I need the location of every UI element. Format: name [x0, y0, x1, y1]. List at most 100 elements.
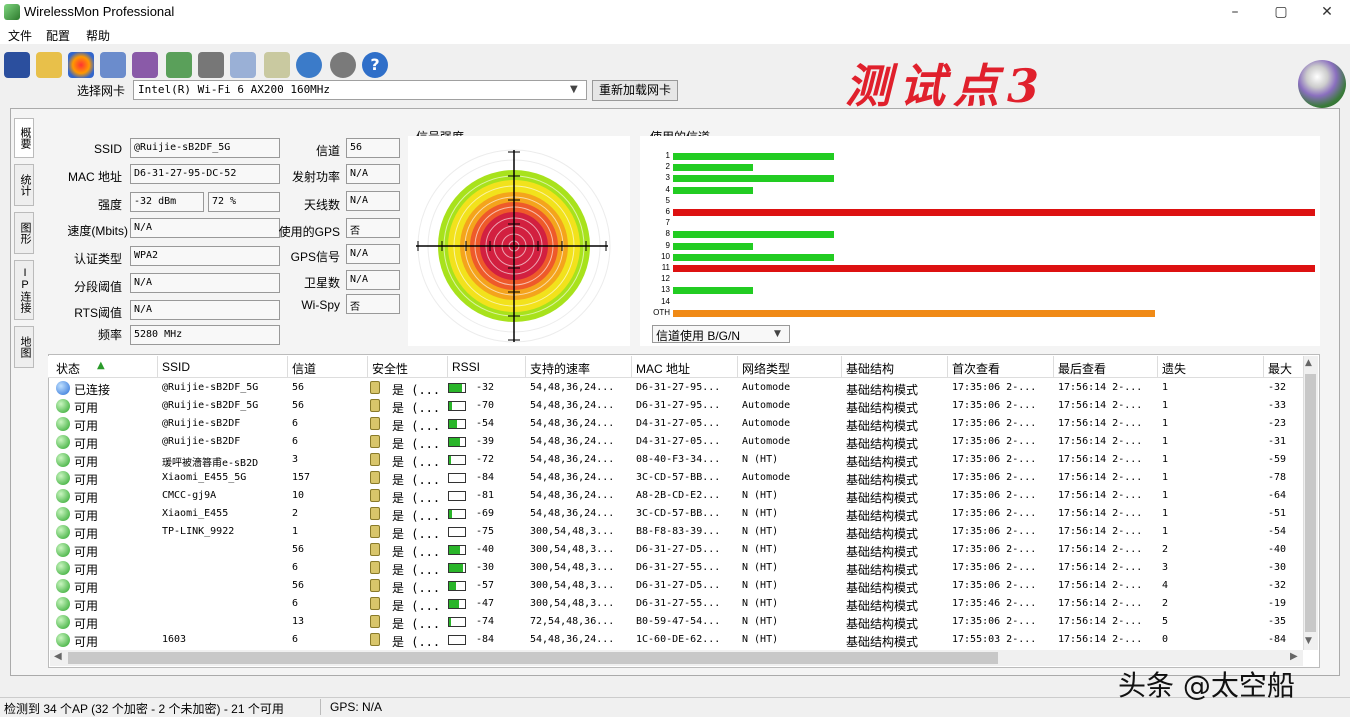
lock-icon: [370, 615, 380, 628]
column-divider[interactable]: [157, 356, 158, 378]
table-row[interactable]: 已连接 @Ruijie-sB2DF_5G 56 是 (... -32 54,48,36,2…: [48, 380, 1310, 398]
column-header-max[interactable]: 最大: [1268, 360, 1292, 377]
cell-max: -19: [1268, 598, 1287, 609]
table-row[interactable]: 可用 Xiaomi_E455 2 是 (... -69 54,48,36,24... 3C-…: [48, 506, 1310, 524]
column-divider[interactable]: [1053, 356, 1054, 378]
available-status-icon: [56, 525, 70, 539]
column-divider[interactable]: [841, 356, 842, 378]
column-divider[interactable]: [447, 356, 448, 378]
cell-rssi: -39: [476, 436, 495, 447]
sort-ascending-icon[interactable]: ▲: [97, 360, 105, 371]
gps-signal-label: GPS信号: [290, 250, 340, 264]
rssi-bar: [448, 491, 466, 501]
channel-filter-select[interactable]: 信道使用 B/G/N: [652, 325, 790, 343]
cell-network-type: N (HT): [742, 490, 779, 501]
antenna-value: N/A: [346, 191, 400, 211]
minimize-button[interactable]: –: [1212, 0, 1258, 24]
check-icon[interactable]: [230, 52, 256, 78]
tab-ip-connection[interactable]: IP连接: [14, 260, 34, 320]
column-divider[interactable]: [947, 356, 948, 378]
column-header-channel[interactable]: 信道: [292, 360, 316, 377]
scroll-up-icon[interactable]: ▲: [1305, 358, 1312, 368]
table-row[interactable]: 可用 @Ruijie-sB2DF 6 是 (... -54 54,48,36,24... D…: [48, 416, 1310, 434]
table-row[interactable]: 可用 @Ruijie-sB2DF 6 是 (... -39 54,48,36,24... D…: [48, 434, 1310, 452]
network-icon[interactable]: [100, 52, 126, 78]
chevron-down-icon[interactable]: ▼: [570, 84, 578, 95]
menu-help[interactable]: 帮助: [86, 27, 110, 44]
menu-config[interactable]: 配置: [46, 27, 70, 44]
column-header-lost[interactable]: 遗失: [1162, 360, 1186, 377]
table-row[interactable]: 可用 6 是 (... -47 300,54,48,3... D6-31-27-55...…: [48, 596, 1310, 614]
column-header-network-type[interactable]: 网络类型: [742, 360, 790, 377]
menu-file[interactable]: 文件: [8, 27, 32, 44]
table-row[interactable]: 可用 Xiaomi_E455_5G 157 是 (... -84 54,48,36,24.…: [48, 470, 1310, 488]
table-row[interactable]: 可用 CMCC-gj9A 10 是 (... -81 54,48,36,24... A8-2…: [48, 488, 1310, 506]
cell-max: -30: [1268, 562, 1287, 573]
scroll-down-icon[interactable]: ▼: [1305, 636, 1312, 646]
settings-globe-icon[interactable]: [330, 52, 356, 78]
column-divider[interactable]: [287, 356, 288, 378]
tab-graph[interactable]: 图形: [14, 212, 34, 254]
globe-icon[interactable]: [296, 52, 322, 78]
column-header-rssi[interactable]: RSSI: [452, 360, 480, 374]
channel-bar-1: [673, 153, 834, 160]
column-header-mac[interactable]: MAC 地址: [636, 360, 690, 377]
table-row[interactable]: 可用 56 是 (... -40 300,54,48,3... D6-31-27-D5..…: [48, 542, 1310, 560]
horizontal-scroll-thumb[interactable]: [68, 652, 998, 664]
print-icon[interactable]: [198, 52, 224, 78]
column-header-first-seen[interactable]: 首次查看: [952, 360, 1000, 377]
table-row[interactable]: 可用 瑗呯被濇簭甫e-sB2D 3 是 (... -72 54,48,36,24... 08…: [48, 452, 1310, 470]
cell-security: 是 (...: [392, 491, 441, 505]
maximize-button[interactable]: ▢: [1258, 0, 1304, 24]
target-icon[interactable]: [68, 52, 94, 78]
save-icon[interactable]: [4, 52, 30, 78]
lock-icon: [370, 417, 380, 430]
column-header-security[interactable]: 安全性: [372, 360, 408, 377]
tab-summary[interactable]: 概要: [14, 118, 34, 158]
scroll-left-icon[interactable]: ◀: [54, 651, 62, 662]
column-divider[interactable]: [1263, 356, 1264, 378]
cell-security: 是 (...: [392, 527, 441, 541]
connected-status-icon: [56, 381, 70, 395]
channel-label-5: 5: [665, 195, 670, 205]
cell-first-seen: 17:35:06 2-...: [952, 616, 1037, 627]
vertical-scroll-thumb[interactable]: [1305, 374, 1316, 632]
available-status-icon: [56, 453, 70, 467]
clipboard-icon[interactable]: [264, 52, 290, 78]
cell-mac: D4-31-27-05...: [636, 436, 721, 447]
network-settings-icon[interactable]: [132, 52, 158, 78]
column-header-rates[interactable]: 支持的速率: [530, 360, 590, 377]
adapter-select[interactable]: Intel(R) Wi-Fi 6 AX200 160MHz: [133, 80, 587, 100]
column-divider[interactable]: [1157, 356, 1158, 378]
table-row[interactable]: 可用 TP-LINK_9922 1 是 (... -75 300,54,48,3... B8…: [48, 524, 1310, 542]
column-divider[interactable]: [525, 356, 526, 378]
cell-last-seen: 17:56:14 2-...: [1058, 544, 1143, 555]
scroll-right-icon[interactable]: ▶: [1290, 651, 1298, 662]
column-header-last-seen[interactable]: 最后查看: [1058, 360, 1106, 377]
reload-adapter-button[interactable]: 重新加载网卡: [592, 80, 678, 101]
tab-map[interactable]: 地图: [14, 326, 34, 368]
cell-last-seen: 17:56:14 2-...: [1058, 616, 1143, 627]
table-row[interactable]: 可用 1603 6 是 (... -84 54,48,36,24... 1C-60-DE-6…: [48, 632, 1310, 650]
rssi-bar-fill: [449, 438, 461, 446]
tab-statistics[interactable]: 统计: [14, 164, 34, 206]
chevron-down-icon[interactable]: ▼: [774, 329, 781, 339]
table-row[interactable]: 可用 6 是 (... -30 300,54,48,3... D6-31-27-55...…: [48, 560, 1310, 578]
column-header-ssid[interactable]: SSID: [162, 360, 190, 374]
column-header-status[interactable]: 状态: [56, 360, 80, 377]
table-row[interactable]: 可用 13 是 (... -74 72,54,48,36... B0-59-47-54..…: [48, 614, 1310, 632]
open-folder-icon[interactable]: [36, 52, 62, 78]
column-divider[interactable]: [631, 356, 632, 378]
close-button[interactable]: ✕: [1304, 0, 1350, 24]
cell-security: 是 (...: [392, 509, 441, 523]
column-divider[interactable]: [367, 356, 368, 378]
channel-label-13: 13: [661, 285, 670, 295]
help-icon[interactable]: ?: [362, 52, 388, 78]
column-header-infrastructure[interactable]: 基础结构: [846, 360, 894, 377]
table-row[interactable]: 可用 @Ruijie-sB2DF_5G 56 是 (... -70 54,48,36,24…: [48, 398, 1310, 416]
cell-ssid: CMCC-gj9A: [162, 490, 217, 501]
cell-first-seen: 17:35:06 2-...: [952, 490, 1037, 501]
table-row[interactable]: 可用 56 是 (... -57 300,54,48,3... D6-31-27-D5..…: [48, 578, 1310, 596]
column-divider[interactable]: [737, 356, 738, 378]
export-icon[interactable]: [166, 52, 192, 78]
